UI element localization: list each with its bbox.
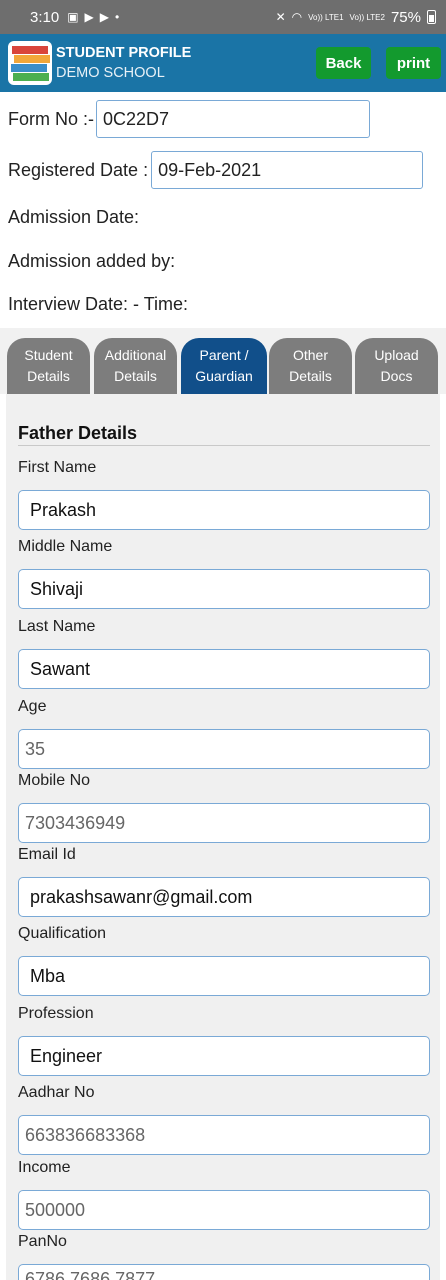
aadhar-no-field[interactable]: 663836683368 — [18, 1115, 430, 1155]
wifi-icon: ◠ — [291, 10, 303, 24]
registered-date-field[interactable]: 09-Feb-2021 — [151, 151, 424, 189]
tab-parent-guardian[interactable]: Parent / Guardian — [181, 338, 267, 394]
tab-label-line1: Parent / — [199, 347, 249, 363]
section-title: Father Details — [18, 423, 138, 443]
tab-label-line2: Details — [27, 368, 70, 384]
registered-date-label: Registered Date : — [8, 159, 149, 180]
battery-icon — [427, 10, 436, 24]
tab-label-line2: Details — [289, 368, 332, 384]
signal-1-icon: Vo)) LTE1 — [308, 12, 344, 22]
tab-upload-docs[interactable]: Upload Docs — [355, 338, 438, 394]
play-icon-2: ▶ — [99, 10, 110, 24]
tab-label-line1: Additional — [104, 347, 167, 363]
signal-2-icon: Vo)) LTE2 — [349, 12, 385, 22]
age-label: Age — [18, 698, 47, 715]
mobile-no-field[interactable]: 7303436949 — [18, 803, 430, 843]
form-no-field[interactable]: 0C22D7 — [96, 100, 371, 138]
email-label: Email Id — [18, 846, 76, 863]
tab-label-line2: Guardian — [195, 368, 253, 384]
income-label: Income — [18, 1159, 71, 1176]
tab-additional-details[interactable]: Additional Details — [94, 338, 177, 394]
mobile-no-label: Mobile No — [18, 772, 91, 789]
print-button[interactable]: print — [386, 47, 441, 79]
registered-date-row: Registered Date : 09-Feb-2021 — [8, 151, 424, 189]
qualification-label: Qualification — [18, 925, 107, 942]
first-name-label: First Name — [18, 459, 97, 476]
section-divider — [18, 445, 430, 446]
admission-date-label: Admission Date: — [8, 207, 140, 227]
income-field[interactable]: 500000 — [18, 1190, 430, 1230]
dot-icon: • — [115, 10, 120, 24]
header-title: STUDENT PROFILE — [56, 45, 192, 61]
profession-label: Profession — [18, 1005, 94, 1022]
tab-label-line1: Student — [24, 347, 73, 363]
app-header: STUDENT PROFILE DEMO SCHOOL Back print — [0, 34, 446, 92]
last-name-field[interactable]: Sawant — [18, 649, 430, 689]
notification-icons: ▣ ▶ ▶ • — [67, 10, 119, 24]
back-button[interactable]: Back — [316, 47, 371, 79]
profession-field[interactable]: Engineer — [18, 1036, 430, 1076]
play-icon: ▶ — [84, 10, 94, 24]
email-field[interactable]: prakashsawanr@gmail.com — [18, 877, 430, 917]
tab-label-line2: Details — [114, 368, 157, 384]
gallery-icon: ▣ — [67, 10, 79, 24]
tab-label-line1: Other — [292, 347, 328, 363]
mute-icon: ✕ — [275, 10, 286, 24]
last-name-label: Last Name — [18, 618, 96, 635]
form-no-row: Form No :- 0C22D7 — [8, 100, 371, 138]
middle-name-label: Middle Name — [18, 538, 113, 555]
tab-other-details[interactable]: Other Details — [269, 338, 352, 394]
form-no-label: Form No :- — [8, 108, 95, 129]
aadhar-no-label: Aadhar No — [18, 1084, 95, 1101]
admission-added-by-label: Admission added by: — [8, 251, 176, 271]
tab-student-details[interactable]: Student Details — [7, 338, 90, 394]
qualification-field[interactable]: Mba — [18, 956, 430, 996]
tab-label-line1: Upload — [374, 347, 419, 363]
status-time: 3:10 — [30, 8, 60, 26]
pan-no-field[interactable]: 6786 7686 7877 — [18, 1264, 430, 1280]
header-subtitle: DEMO SCHOOL — [56, 65, 165, 81]
tab-label-line2: Docs — [380, 368, 413, 384]
pan-no-value: 6786 7686 7877 — [25, 1269, 156, 1280]
middle-name-field[interactable]: Shivaji — [18, 569, 430, 609]
pan-no-label: PanNo — [18, 1233, 67, 1250]
first-name-field[interactable]: Prakash — [18, 490, 430, 530]
age-field[interactable]: 35 — [18, 729, 430, 769]
app-logo-icon — [8, 41, 52, 85]
battery-percent: 75% — [390, 8, 421, 26]
interview-date-label: Interview Date: - Time: — [8, 294, 189, 314]
status-bar: 3:10 ▣ ▶ ▶ • ✕ ◠ Vo)) LTE1 Vo)) LTE2 75% — [0, 0, 446, 34]
